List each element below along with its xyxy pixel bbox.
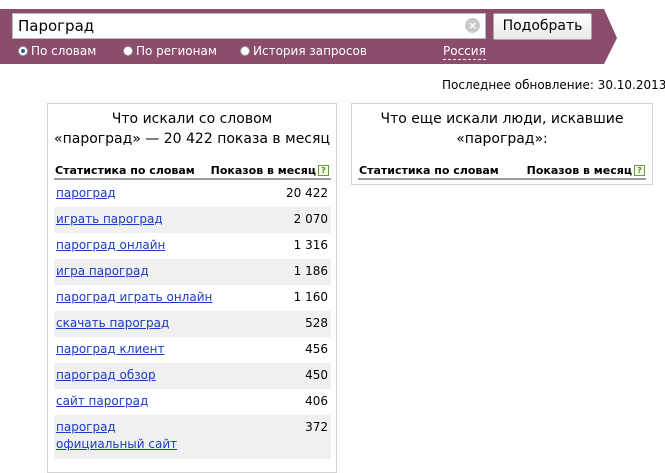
related-words-panel: Что искали со словом «пароград» — 20 422… (47, 103, 337, 473)
impressions-count: 372 (305, 420, 328, 434)
help-icon[interactable]: ? (634, 165, 645, 176)
impressions-count: 406 (305, 394, 328, 408)
table-row: пароград играть онлайн 1 160 (54, 285, 331, 311)
table-row: пароград онлайн 1 316 (54, 233, 331, 259)
radio-label[interactable]: По регионам (136, 44, 217, 58)
impressions-count: 1 160 (293, 290, 328, 304)
phrase-link[interactable]: пароград играть онлайн (56, 289, 236, 306)
header-divider (358, 178, 646, 180)
impressions-count: 528 (305, 316, 328, 330)
impressions-count: 456 (305, 342, 328, 356)
panel-title-line: «пароград»: (456, 131, 548, 147)
column-header-phrase: Статистика по словам (359, 164, 499, 177)
last-update: Последнее обновление: 30.10.2013 (442, 78, 665, 92)
phrase-link[interactable]: пароград клиент (56, 341, 206, 358)
table-row: играть пароград 2 070 (54, 207, 331, 233)
phrase-link[interactable]: игра пароград (56, 263, 206, 280)
column-header-count: Показов в месяц? (527, 164, 645, 178)
radio-icon[interactable] (240, 46, 250, 56)
panel-title-line: «пароград» — 20 422 показа в месяц (54, 131, 330, 147)
phrase-link[interactable]: пароград (56, 185, 206, 202)
radio-checked-icon[interactable] (18, 46, 28, 56)
region-selector[interactable]: Россия (443, 43, 486, 60)
panel-title-line: Что еще искали люди, искавшие (380, 111, 624, 127)
header-divider (54, 178, 331, 180)
panel-title: Что еще искали люди, искавшие «пароград»… (352, 109, 652, 149)
search-bar: Пароград × Подобрать По словам По регион… (0, 0, 617, 66)
radio-icon[interactable] (123, 46, 133, 56)
table-row: пароград обзор 450 (54, 363, 331, 389)
impressions-count: 2 070 (293, 212, 328, 226)
impressions-count: 20 422 (286, 186, 328, 200)
table-row: пароград 20 422 (54, 181, 331, 207)
search-input[interactable]: Пароград (12, 13, 486, 39)
table-row: пароград официальный сайт 372 (54, 415, 331, 459)
impressions-count: 1 186 (293, 264, 328, 278)
radio-history[interactable]: История запросов (240, 43, 367, 59)
phrase-link[interactable]: пароград онлайн (56, 237, 206, 254)
impressions-count: 450 (305, 368, 328, 382)
radio-label[interactable]: По словам (31, 44, 96, 58)
table-row: скачать пароград 528 (54, 311, 331, 337)
also-searched-panel: Что еще искали люди, искавшие «пароград»… (351, 103, 653, 185)
clear-icon[interactable]: × (465, 18, 480, 33)
radio-by-regions[interactable]: По регионам (123, 43, 217, 59)
panel-title: Что искали со словом «пароград» — 20 422… (48, 109, 336, 149)
panel-title-line: Что искали со словом (111, 111, 273, 127)
phrase-link[interactable]: играть пароград (56, 211, 206, 228)
column-header-count: Показов в месяц? (211, 164, 329, 178)
phrase-link[interactable]: пароград обзор (56, 367, 206, 384)
help-icon[interactable]: ? (318, 165, 329, 176)
column-header-count-label: Показов в месяц (526, 164, 632, 177)
table-row: игра пароград 1 186 (54, 259, 331, 285)
phrase-link[interactable]: пароград официальный сайт (56, 419, 206, 453)
radio-label[interactable]: История запросов (253, 44, 367, 58)
column-header-count-label: Показов в месяц (210, 164, 316, 177)
table-row: пароград клиент 456 (54, 337, 331, 363)
radio-by-words[interactable]: По словам (18, 43, 96, 59)
table-row: сайт пароград 406 (54, 389, 331, 415)
impressions-count: 1 316 (293, 238, 328, 252)
phrase-link[interactable]: скачать пароград (56, 315, 206, 332)
phrase-link[interactable]: сайт пароград (56, 393, 206, 410)
submit-button[interactable]: Подобрать (493, 13, 592, 40)
column-header-phrase: Статистика по словам (55, 164, 195, 177)
